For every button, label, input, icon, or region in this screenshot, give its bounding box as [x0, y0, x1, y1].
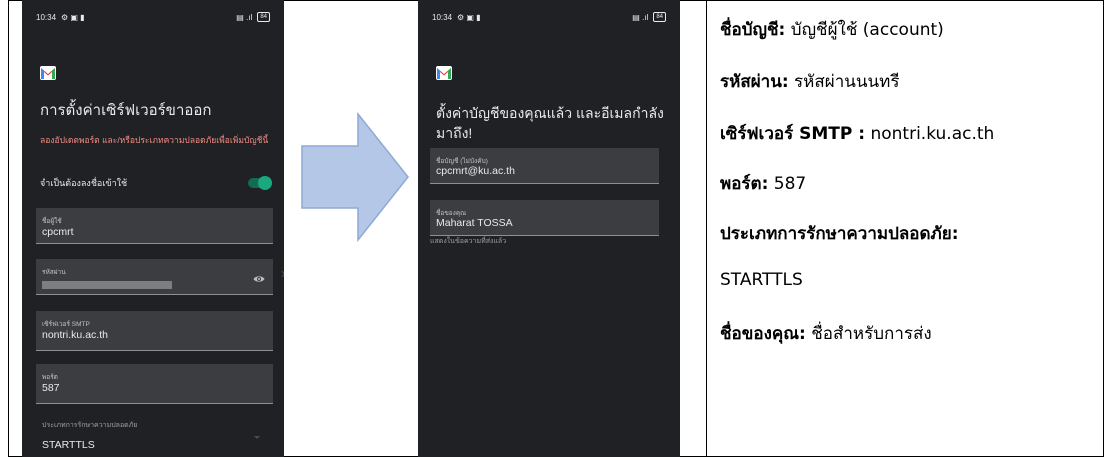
- require-signin-toggle[interactable]: [248, 176, 272, 190]
- password-redacted: [42, 281, 172, 289]
- username-label: ชื่อผู้ใช้: [42, 218, 62, 225]
- port-value: 587: [42, 382, 60, 394]
- name-line: ชื่อของคุณ: ชื่อสำหรับการส่ง: [720, 320, 932, 347]
- status-bar: 10:34 ⚙ ▣ ▮ ▤ .ıl 84: [432, 10, 666, 24]
- username-field[interactable]: ชื่อผู้ใช้ cpcmrt: [36, 208, 273, 244]
- status-bar: 10:34 ⚙ ▣ ▮ ▤ .ıl 84: [36, 10, 270, 24]
- security-type-label: ประเภทการรักษาความปลอดภัย: [42, 422, 138, 429]
- signal-icon: ▤ .ıl: [236, 12, 253, 22]
- account-name-value: cpcmrt@ku.ac.th: [436, 165, 515, 177]
- name-label: ชื่อของคุณ:: [720, 324, 806, 344]
- security-type-select[interactable]: STARTTLS: [42, 439, 95, 451]
- status-time: 10:34: [36, 12, 57, 22]
- gmail-logo-icon: [436, 66, 452, 80]
- name-value: ชื่อสำหรับการส่ง: [811, 324, 932, 344]
- page-title: การตั้งค่าเซิร์ฟเวอร์ขาออก: [40, 102, 212, 119]
- account-line: ชื่อบัญชี: บัญชีผู้ใช้ (account): [720, 16, 944, 43]
- battery-icon: 84: [653, 12, 666, 22]
- dropdown-caret-icon[interactable]: [254, 436, 260, 439]
- gmail-logo-icon: [40, 66, 56, 80]
- port-line: พอร์ต: 587: [720, 170, 806, 197]
- page-title: ตั้งค่าบัญชีของคุณแล้ว และอีเมลกำลังมาถึ…: [436, 105, 664, 141]
- password-value: รหัสผ่านนนทรี: [794, 72, 900, 92]
- password-label: รหัสผ่าน: [42, 269, 66, 276]
- status-icons: ⚙ ▣ ▮: [457, 12, 481, 22]
- status-icons: ⚙ ▣ ▮: [61, 12, 85, 22]
- security-value: STARTTLS: [720, 270, 803, 290]
- your-name-hint: แสดงในข้อความที่ส่งแล้ว: [430, 238, 507, 245]
- phone-screen-outgoing-settings: 10:34 ⚙ ▣ ▮ ▤ .ıl 84 การตั้งค่าเซิร์ฟเวอร์…: [22, 0, 284, 457]
- account-name-field[interactable]: ชื่อบัญชี (ไม่บังคับ) cpcmrt@ku.ac.th: [430, 148, 659, 184]
- account-value: บัญชีผู้ใช้ (account): [790, 20, 944, 40]
- password-line: รหัสผ่าน: รหัสผ่านนนทรี: [720, 68, 899, 95]
- your-name-field[interactable]: ชื่อของคุณ Maharat TOSSA: [430, 200, 659, 236]
- arrow-right-icon: [301, 112, 409, 242]
- password-field[interactable]: รหัสผ่าน: [36, 259, 273, 295]
- column-divider: [706, 0, 707, 457]
- phone-screen-account-setup: 10:34 ⚙ ▣ ▮ ▤ .ıl 84 ตั้งค่าบัญชีของคุณแล้…: [418, 0, 680, 457]
- port-label: พอร์ต: [42, 374, 58, 381]
- your-name-value: Maharat TOSSA: [436, 217, 513, 229]
- signal-icon: ▤ .ıl: [632, 12, 649, 22]
- account-label: ชื่อบัญชี:: [720, 20, 786, 40]
- battery-icon: 84: [257, 12, 270, 22]
- security-label: ประเภทการรักษาความปลอดภัย:: [720, 224, 959, 244]
- warning-text: ลองอัปเดตพอร์ต และ/หรือประเภทความปลอดภัย…: [40, 135, 269, 145]
- smtp-value: nontri.ku.ac.th: [870, 124, 995, 144]
- port-field[interactable]: พอร์ต 587: [36, 364, 273, 404]
- security-line: ประเภทการรักษาความปลอดภัย:: [720, 220, 959, 247]
- smtp-server-field[interactable]: เซิร์ฟเวอร์ SMTP nontri.ku.ac.th: [36, 311, 273, 351]
- clear-icon[interactable]: ✕: [280, 270, 284, 281]
- require-signin-row: จำเป็นต้องลงชื่อเข้าใช้: [40, 176, 272, 190]
- eye-icon[interactable]: [253, 273, 265, 285]
- smtp-server-value: nontri.ku.ac.th: [42, 329, 108, 341]
- smtp-line: เซิร์ฟเวอร์ SMTP : nontri.ku.ac.th: [720, 120, 994, 147]
- smtp-label: เซิร์ฟเวอร์ SMTP :: [720, 124, 866, 144]
- smtp-server-label: เซิร์ฟเวอร์ SMTP: [42, 321, 90, 328]
- require-signin-label: จำเป็นต้องลงชื่อเข้าใช้: [40, 178, 128, 188]
- username-value: cpcmrt: [42, 226, 74, 238]
- status-time: 10:34: [432, 12, 453, 22]
- port-value: 587: [773, 174, 807, 194]
- port-label: พอร์ต:: [720, 174, 769, 194]
- password-label: รหัสผ่าน:: [720, 72, 789, 92]
